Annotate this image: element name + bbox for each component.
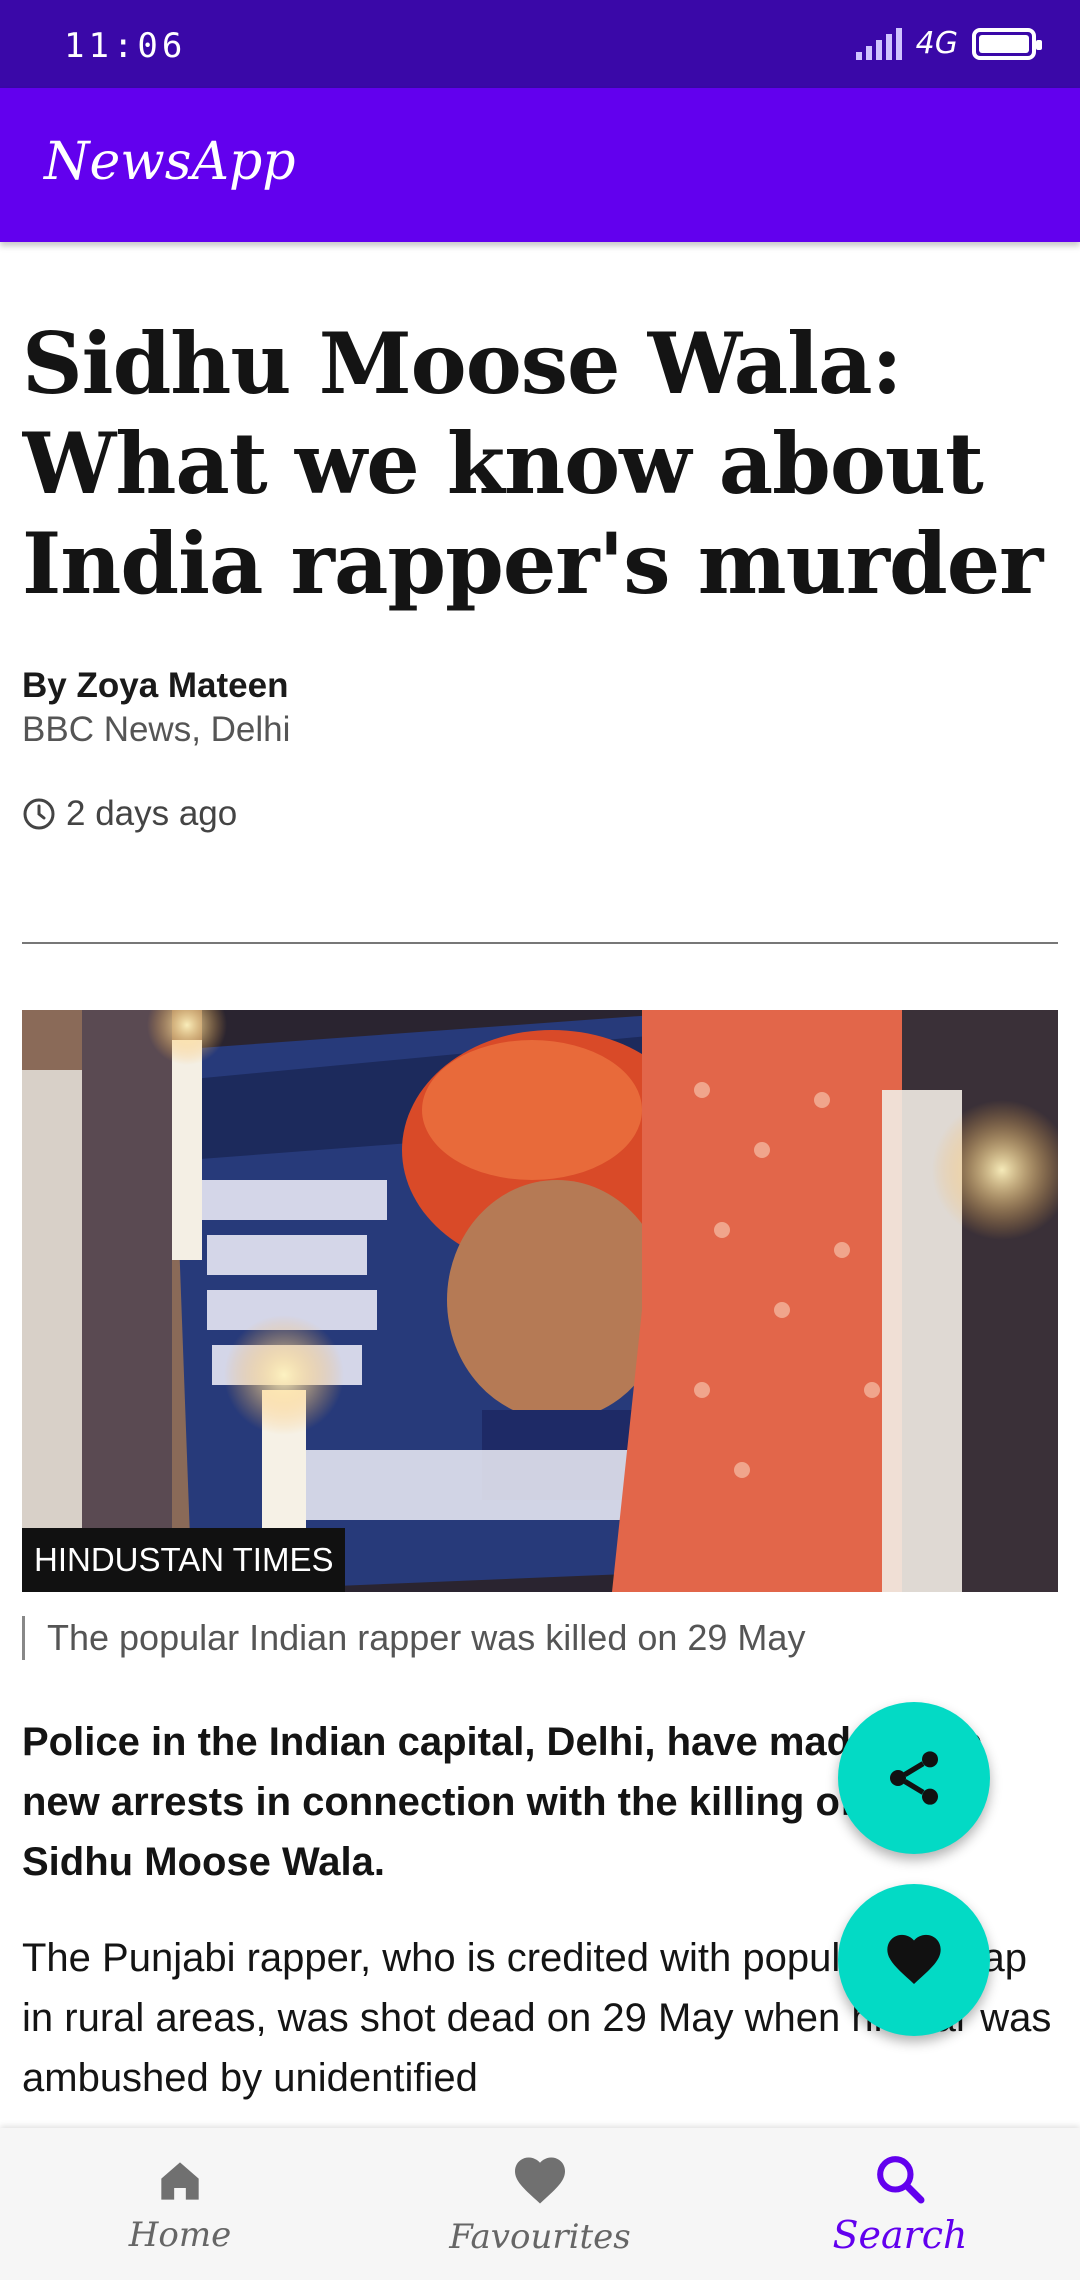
status-bar: 11:06 4G	[0, 0, 1080, 88]
protest-photo	[22, 1010, 1058, 1592]
status-time: 11:06	[64, 26, 187, 66]
nav-home[interactable]: Home	[0, 2128, 360, 2280]
heart-icon	[515, 2157, 565, 2204]
share-icon	[890, 1751, 938, 1805]
nav-search[interactable]: Search	[720, 2128, 1080, 2280]
article-source: BBC News, Delhi	[22, 710, 291, 749]
article-headline: Sidhu Moose Wala: What we know about Ind…	[22, 314, 1043, 613]
status-icons: 4G	[855, 26, 1042, 61]
network-type: 4G	[915, 26, 958, 61]
signal-icon	[855, 27, 902, 60]
app-bar: NewsApp	[0, 88, 1080, 242]
divider	[22, 942, 1058, 944]
bottom-navigation: Home Favourites Search	[0, 2128, 1080, 2280]
app-title: NewsApp	[44, 132, 296, 192]
favourite-button[interactable]	[838, 1884, 990, 2036]
nav-home-label: Home	[128, 2215, 232, 2255]
article-image[interactable]: HINDUSTAN TIMES	[22, 1010, 1058, 1592]
article-time-text: 2 days ago	[66, 794, 238, 833]
battery-icon	[972, 27, 1042, 60]
nav-favourites-label: Favourites	[449, 2217, 631, 2257]
image-credit: HINDUSTAN TIMES	[22, 1528, 346, 1592]
article-timestamp: 2 days ago	[22, 794, 1058, 834]
nav-favourites[interactable]: Favourites	[360, 2128, 720, 2280]
share-button[interactable]	[838, 1702, 990, 1854]
image-caption: The popular Indian rapper was killed on …	[22, 1616, 1058, 1660]
home-icon	[161, 2162, 199, 2200]
article-author: By Zoya Mateen	[22, 666, 289, 705]
heart-icon	[887, 1934, 941, 1984]
clock-icon	[23, 798, 55, 830]
nav-search-label: Search	[832, 2213, 968, 2257]
search-icon	[877, 2156, 925, 2204]
